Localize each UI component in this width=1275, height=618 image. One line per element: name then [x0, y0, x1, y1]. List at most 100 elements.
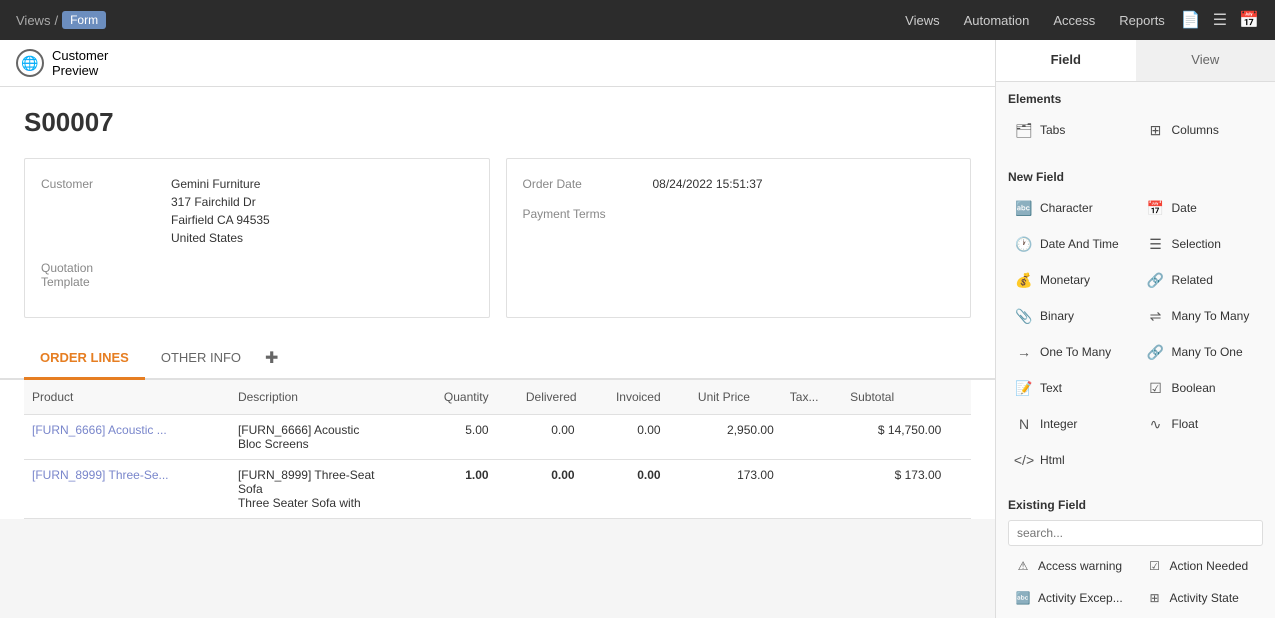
text-label: Text: [1040, 381, 1062, 395]
address-line-2: 317 Fairchild Dr: [171, 193, 270, 211]
selection-icon: ☰: [1146, 234, 1166, 254]
related-label: Related: [1172, 273, 1213, 287]
customer-label: Customer: [41, 175, 171, 247]
access-warning-label: Access warning: [1038, 559, 1122, 573]
existing-field-grid: ⚠ Access warning ☑ Action Needed 🔤 Activ…: [1008, 552, 1263, 618]
breadcrumb: Views / Form: [16, 11, 106, 29]
tab-field[interactable]: Field: [996, 40, 1136, 81]
new-field-title: New Field: [1008, 170, 1263, 184]
field-binary[interactable]: 📎 Binary: [1008, 300, 1132, 332]
quotation-template-row: QuotationTemplate: [41, 259, 473, 289]
col-unit-price: Unit Price: [690, 380, 782, 415]
elements-title: Elements: [1008, 92, 1263, 106]
field-float[interactable]: ∿ Float: [1140, 408, 1264, 440]
columns-label: Columns: [1172, 123, 1219, 137]
row1-description: [FURN_6666] AcousticBloc Screens: [230, 415, 436, 460]
row2-quantity: 1.00: [436, 460, 518, 519]
col-tax: Tax...: [782, 380, 842, 415]
field-date-and-time[interactable]: 🕐 Date And Time: [1008, 228, 1132, 260]
existing-activity-excep[interactable]: 🔤 Activity Excep...: [1008, 584, 1132, 612]
activity-excep-icon: 🔤: [1014, 589, 1032, 607]
field-many-to-many[interactable]: ⇌ Many To Many: [1140, 300, 1264, 332]
col-delivered: Delivered: [518, 380, 608, 415]
new-field-grid: 🔤 Character 📅 Date 🕐 Date And Time ☰ Sel…: [1008, 192, 1263, 476]
nav-reports[interactable]: Reports: [1119, 13, 1165, 28]
order-date-row: Order Date 08/24/2022 15:51:37: [523, 175, 955, 193]
row2-description: [FURN_8999] Three-SeatSofaThree Seater S…: [230, 460, 436, 519]
field-selection[interactable]: ☰ Selection: [1140, 228, 1264, 260]
binary-label: Binary: [1040, 309, 1074, 323]
existing-action-needed[interactable]: ☑ Action Needed: [1140, 552, 1264, 580]
field-date[interactable]: 📅 Date: [1140, 192, 1264, 224]
columns-icon: ⊞: [1146, 120, 1166, 140]
add-tab-button[interactable]: ✚: [257, 340, 286, 376]
field-integer[interactable]: N Integer: [1008, 408, 1132, 440]
existing-activity-state[interactable]: ⊞ Activity State: [1140, 584, 1264, 612]
col-description: Description: [230, 380, 436, 415]
float-icon: ∿: [1146, 414, 1166, 434]
nav-links: Views Automation Access Reports: [905, 13, 1165, 28]
table-container: Product Description Quantity Delivered I…: [0, 380, 995, 519]
menu-icon[interactable]: ☰: [1213, 10, 1227, 30]
binary-icon: 📎: [1014, 306, 1034, 326]
panel-tabs: Field View: [996, 40, 1275, 82]
table-header-row: Product Description Quantity Delivered I…: [24, 380, 971, 415]
float-label: Float: [1172, 417, 1199, 431]
one-to-many-label: One To Many: [1040, 345, 1111, 359]
order-date-value: 08/24/2022 15:51:37: [653, 175, 763, 193]
activity-state-icon: ⊞: [1146, 589, 1164, 607]
breadcrumb-form[interactable]: Form: [62, 11, 106, 29]
existing-field-list: ⚠ Access warning ☑ Action Needed 🔤 Activ…: [1008, 552, 1263, 618]
character-icon: 🔤: [1014, 198, 1034, 218]
existing-field-section: Existing Field ⚠ Access warning ☑ Action…: [996, 490, 1275, 618]
action-needed-icon: ☑: [1146, 557, 1164, 575]
row2-product[interactable]: [FURN_8999] Three-Se...: [24, 460, 230, 519]
customer-preview-bar: 🌐 Customer Preview: [0, 40, 995, 87]
field-related[interactable]: 🔗 Related: [1140, 264, 1264, 296]
calendar-icon[interactable]: 📅: [1239, 10, 1259, 30]
quotation-template-label: QuotationTemplate: [41, 259, 171, 289]
field-one-to-many[interactable]: → One To Many: [1008, 336, 1132, 368]
nav-views[interactable]: Views: [905, 13, 939, 28]
customer-preview-text: Customer Preview: [52, 48, 108, 78]
col-handle: [949, 380, 971, 415]
field-boolean[interactable]: ☑ Boolean: [1140, 372, 1264, 404]
tab-view[interactable]: View: [1136, 40, 1275, 81]
document-icon[interactable]: 📄: [1181, 10, 1201, 30]
many-to-one-label: Many To One: [1172, 345, 1243, 359]
boolean-label: Boolean: [1172, 381, 1216, 395]
field-text[interactable]: 📝 Text: [1008, 372, 1132, 404]
customer-field-row: Customer Gemini Furniture 317 Fairchild …: [41, 175, 473, 247]
element-tabs[interactable]: 🗂 Tabs: [1008, 114, 1132, 146]
row2-tax: [782, 460, 842, 519]
tab-other-info[interactable]: OTHER INFO: [145, 338, 257, 380]
field-html[interactable]: </> Html: [1008, 444, 1132, 476]
row1-unit-price: 2,950.00: [690, 415, 782, 460]
nav-automation[interactable]: Automation: [964, 13, 1030, 28]
field-monetary[interactable]: 💰 Monetary: [1008, 264, 1132, 296]
row2-subtotal: $ 173.00: [842, 460, 949, 519]
related-icon: 🔗: [1146, 270, 1166, 290]
payment-terms-label: Payment Terms: [523, 205, 653, 221]
row1-product[interactable]: [FURN_6666] Acoustic ...: [24, 415, 230, 460]
tabs-label: Tabs: [1040, 123, 1065, 137]
row1-invoiced: 0.00: [608, 415, 690, 460]
row1-subtotal: $ 14,750.00: [842, 415, 949, 460]
row2-delivered: 0.00: [518, 460, 608, 519]
main-layout: 🌐 Customer Preview S00007 Customer Gemin…: [0, 40, 1275, 618]
breadcrumb-views[interactable]: Views: [16, 13, 50, 28]
existing-field-title: Existing Field: [1008, 498, 1263, 512]
row2-handle: [949, 460, 971, 519]
nav-icons: 📄 ☰ 📅: [1181, 10, 1259, 30]
field-character[interactable]: 🔤 Character: [1008, 192, 1132, 224]
integer-icon: N: [1014, 414, 1034, 434]
row1-tax: [782, 415, 842, 460]
existing-access-warning[interactable]: ⚠ Access warning: [1008, 552, 1132, 580]
existing-field-search[interactable]: [1008, 520, 1263, 546]
element-columns[interactable]: ⊞ Columns: [1140, 114, 1264, 146]
tabs-bar: ORDER LINES OTHER INFO ✚: [0, 338, 995, 380]
nav-access[interactable]: Access: [1053, 13, 1095, 28]
tab-order-lines[interactable]: ORDER LINES: [24, 338, 145, 380]
row1-handle: [949, 415, 971, 460]
field-many-to-one[interactable]: 🔗 Many To One: [1140, 336, 1264, 368]
